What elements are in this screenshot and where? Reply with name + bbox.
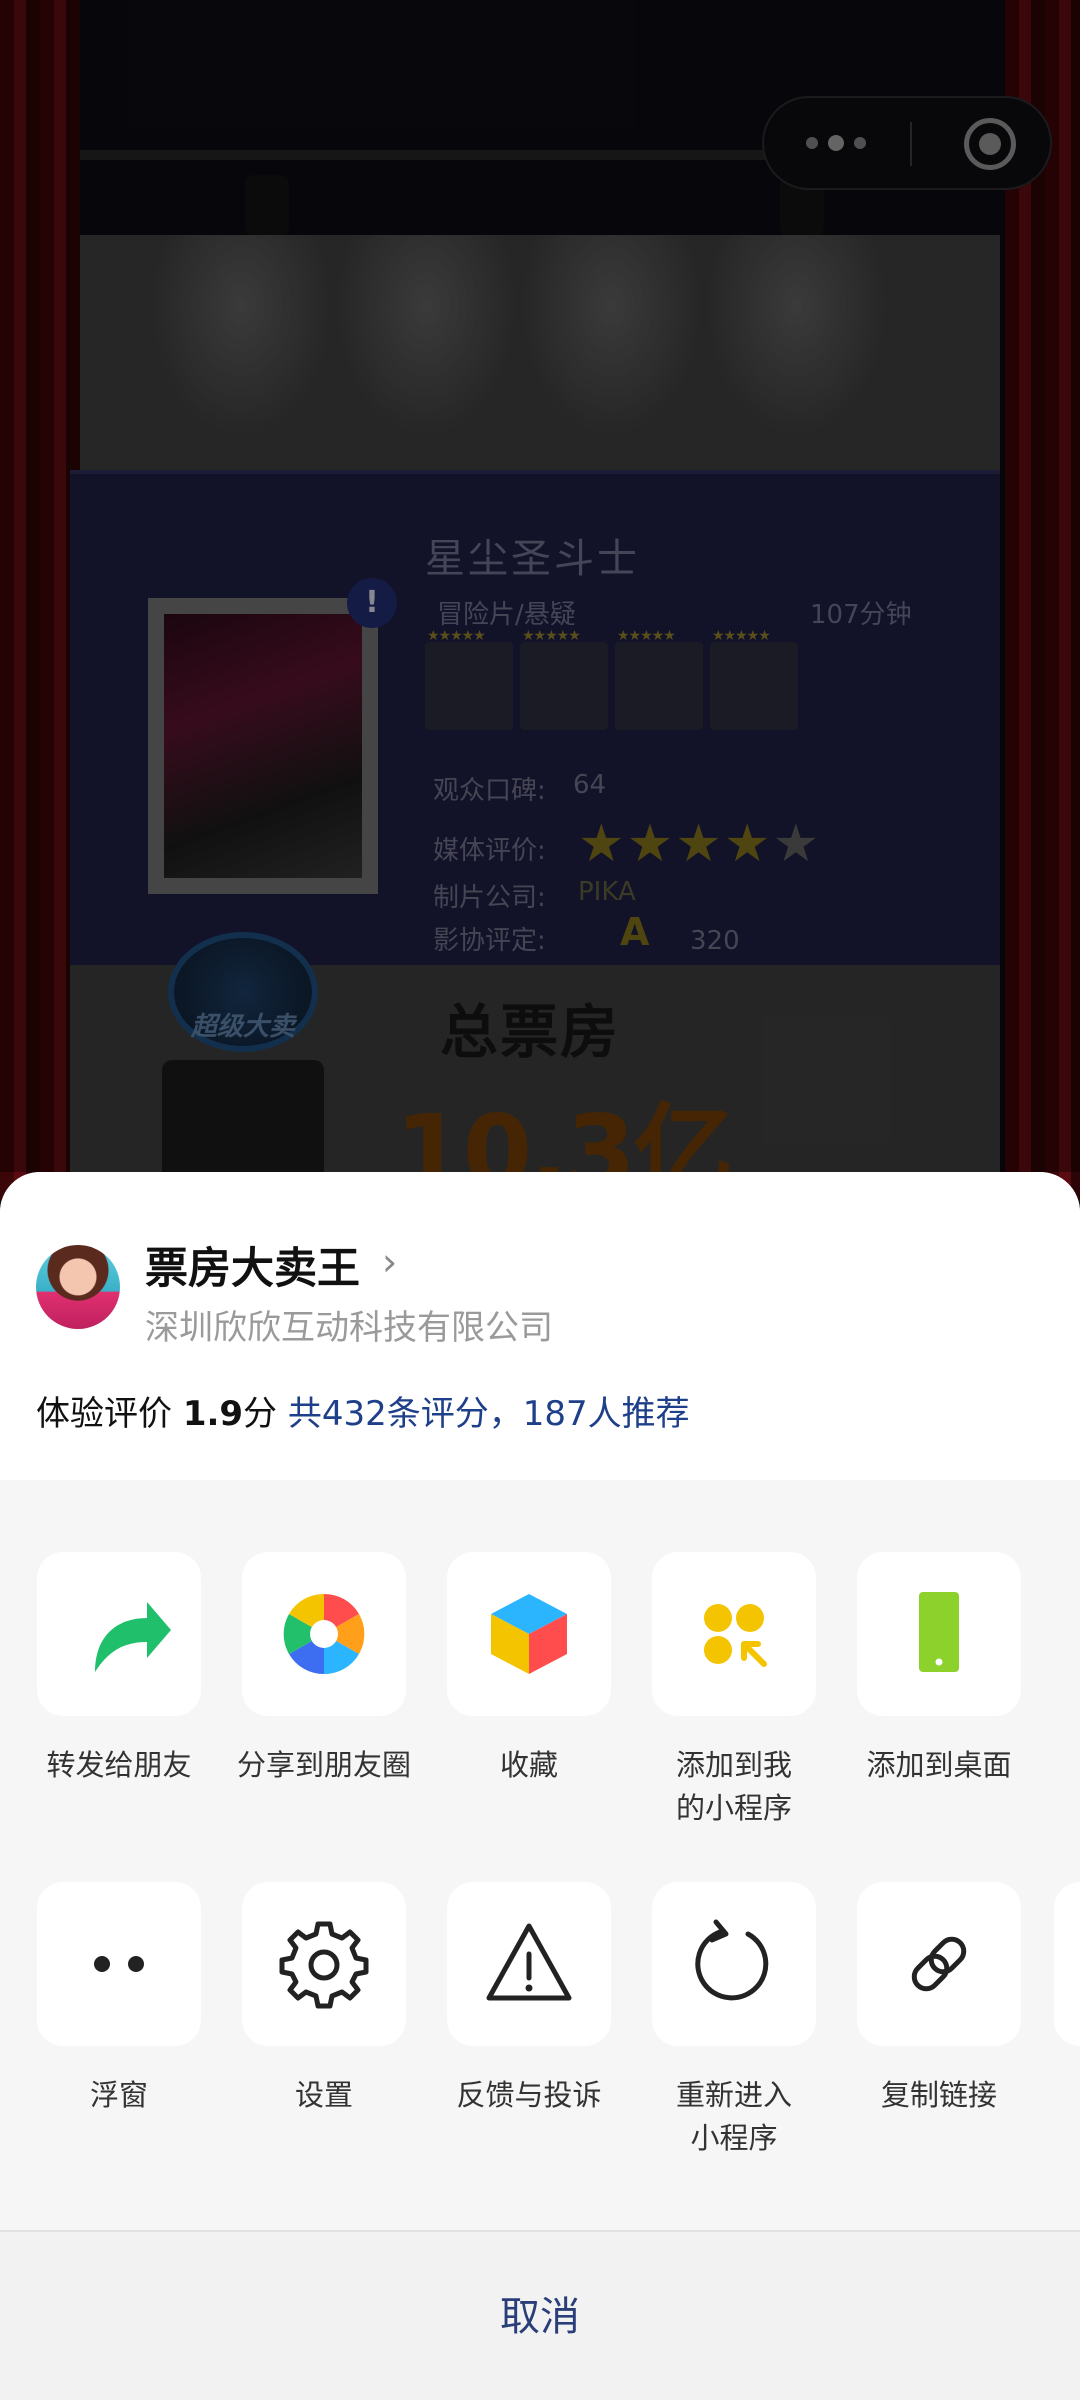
rating-value: 320 [690,926,740,956]
add-mini-program-icon [652,1552,816,1716]
reviews-link[interactable]: 共432条评分，187人推荐 [288,1394,690,1434]
capsule-divider [910,122,912,166]
floating-window-label: 浮窗 [89,2078,148,2112]
favorite-button[interactable]: 收藏 [439,1552,619,1787]
rating-line: 体验评价 1.9分 共432条评分，187人推荐 [36,1386,690,1435]
add-to-my-mini-programs-button[interactable]: 添加到我的小程序 [644,1552,824,1830]
copy-link-label: 复制链接 [880,2078,997,2112]
curtain-left [0,0,80,1200]
add-to-desktop-icon [857,1552,1021,1716]
movie-runtime: 107分钟 [810,600,912,630]
forward-label: 转发给朋友 [46,1748,192,1782]
info-icon: ! [347,578,397,628]
app-name[interactable]: 票房大卖王 [145,1234,360,1296]
movie-title: 星尘圣斗士 [425,536,640,582]
audience-label: 观众口碑: [433,776,546,806]
floating-window-button[interactable]: 浮窗 [29,1882,209,2117]
settings-button[interactable]: 设置 [234,1882,414,2117]
favorite-cube-icon [447,1552,611,1716]
reenter-mini-program-button[interactable]: 重新进入小程序 [644,1882,824,2160]
more-dots-icon[interactable] [764,98,907,188]
add-desktop-label: 添加到桌面 [866,1748,1012,1782]
actor-avatar: ★★★★★ [425,628,513,730]
share-to-moments-button[interactable]: 分享到朋友圈 [234,1552,414,1787]
add-mini-program-label: 添加到我的小程序 [675,1748,792,1825]
feedback-label: 反馈与投诉 [456,2078,602,2112]
action-sheet: 票房大卖王 › 深圳欣欣互动科技有限公司 体验评价 1.9分 共432条评分，1… [0,1172,1080,2400]
reload-icon [652,1882,816,2046]
app-avatar[interactable] [36,1245,120,1329]
media-label: 媒体评价: [433,836,546,866]
movie-genre: 冒险片/悬疑 [437,600,576,630]
stage-wall [75,235,1000,470]
share-moments-label: 分享到朋友圈 [236,1748,411,1782]
forward-to-friend-button[interactable]: 转发给朋友 [29,1552,209,1787]
target-close-icon[interactable] [964,118,1016,170]
reenter-label: 重新进入小程序 [675,2078,792,2155]
more-actions-peek[interactable] [1054,1882,1080,2046]
copy-link-button[interactable]: 复制链接 [849,1882,1029,2117]
mini-program-capsule [762,96,1052,190]
feedback-complaint-button[interactable]: 反馈与投诉 [439,1882,619,2117]
copy-link-icon [857,1882,1021,2046]
cancel-button[interactable]: 取消 [0,2232,1080,2400]
settings-gear-icon [242,1882,406,2046]
rating-grade: A [620,910,650,954]
movie-poster [148,598,378,894]
actor-avatar: ★★★★★ [710,628,798,730]
box-office-label: 总票房 [440,998,621,1066]
studio-value: PIKA [578,877,636,907]
settings-label: 设置 [294,2078,353,2112]
rating-unit: 分 [243,1394,288,1434]
app-info-header: 票房大卖王 › 深圳欣欣互动科技有限公司 体验评价 1.9分 共432条评分，1… [0,1172,1080,1480]
share-arrow-icon [37,1552,201,1716]
chevron-right-icon[interactable]: › [382,1240,397,1284]
moments-aperture-icon [242,1552,406,1716]
media-rating-stars: ★★★★★ [578,814,822,874]
add-to-desktop-button[interactable]: 添加到桌面 [849,1552,1029,1787]
actor-avatar: ★★★★★ [615,628,703,730]
warning-triangle-icon [447,1882,611,2046]
super-seller-badge: 超级大卖 [168,932,318,1052]
cancel-bar: 取消 [0,2230,1080,2400]
favorite-label: 收藏 [499,1748,558,1782]
floating-window-icon [37,1882,201,2046]
rating-label: 影协评定: [433,926,546,956]
actor-avatar: ★★★★★ [520,628,608,730]
studio-label: 制片公司: [433,883,546,913]
rating-prefix: 体验评价 [36,1394,183,1434]
rating-score: 1.9 [182,1394,244,1434]
audience-value: 64 [573,770,607,800]
app-company: 深圳欣欣互动科技有限公司 [145,1308,553,1348]
